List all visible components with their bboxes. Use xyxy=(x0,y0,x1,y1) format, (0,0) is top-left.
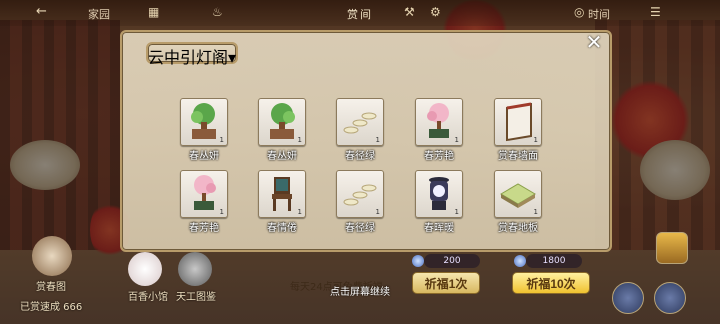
gem-icon xyxy=(412,255,424,267)
grass-floor-icon xyxy=(500,183,536,208)
daily-icon[interactable] xyxy=(178,252,212,286)
reward-item[interactable]: 1 赏春地板 xyxy=(494,170,542,234)
item-qty: 1 xyxy=(297,136,302,144)
item-label: 春丛妍 xyxy=(267,151,297,162)
lantern-icon xyxy=(429,177,449,210)
item-label: 春径绿 xyxy=(345,151,375,162)
reward-item[interactable]: 1 春径绿 xyxy=(336,170,384,234)
pink-blossom-tree-icon xyxy=(427,103,449,138)
item-qty: 1 xyxy=(454,136,459,144)
price-single: 200 xyxy=(424,254,480,268)
gem-icon xyxy=(514,255,526,267)
back-button[interactable]: ← xyxy=(36,4,47,19)
left-avatar-icon[interactable] xyxy=(32,236,72,276)
tap-to-continue-hint: 点击屏幕继续 xyxy=(330,287,390,298)
stepping-stones-icon xyxy=(343,184,377,206)
grid-icon[interactable]: ▦ xyxy=(148,5,159,19)
reward-item[interactable]: 1 春芳艳 xyxy=(415,98,463,162)
left-footer-text: 已赏速成 666 xyxy=(20,302,83,313)
reward-item[interactable]: 1 春情倦 xyxy=(258,170,306,234)
lantern-top-icon[interactable]: ♨ xyxy=(212,5,223,19)
item-label: 赏春地板 xyxy=(498,223,538,234)
item-label: 赏春墙面 xyxy=(498,151,538,162)
item-tile: 1 xyxy=(415,98,463,146)
wall-panel-icon xyxy=(506,102,532,142)
item-label: 春丛妍 xyxy=(189,151,219,162)
chest-icon[interactable] xyxy=(656,232,688,264)
item-label: 春晖暖 xyxy=(424,223,454,234)
tree-green-icon xyxy=(270,103,295,139)
page-title: 赏间 xyxy=(347,8,373,21)
reward-item[interactable]: 1 赏春墙面 xyxy=(494,98,542,162)
item-qty: 1 xyxy=(454,208,459,216)
menu-icon[interactable]: ☰ xyxy=(650,5,661,19)
item-qty: 1 xyxy=(297,208,302,216)
item-label: 春芳艳 xyxy=(424,151,454,162)
top-bar: ← 家园 ▦ ♨ 赏间 ⚒ ⚙ 时间 ◎ ☰ xyxy=(0,0,720,26)
reward-item[interactable]: 1 春芳艳 xyxy=(180,170,228,234)
reward-item[interactable]: 1 春晖暖 xyxy=(415,170,463,234)
item-tile: 1 xyxy=(494,98,542,146)
item-tile: 1 xyxy=(180,98,228,146)
reward-item[interactable]: 1 春丛妍 xyxy=(180,98,228,162)
wooden-chair-icon xyxy=(272,177,292,211)
item-tile: 1 xyxy=(415,170,463,218)
close-icon[interactable]: ✕ xyxy=(584,32,604,52)
time-label: 时间 xyxy=(588,8,610,21)
item-tile: 1 xyxy=(336,98,384,146)
item-tile: 1 xyxy=(494,170,542,218)
item-qty: 1 xyxy=(219,208,224,216)
item-qty: 1 xyxy=(375,136,380,144)
item-label: 春径绿 xyxy=(345,223,375,234)
eye-icon[interactable]: ◎ xyxy=(574,5,584,19)
item-tile: 1 xyxy=(258,170,306,218)
item-qty: 1 xyxy=(375,208,380,216)
tree-green-icon xyxy=(191,103,216,139)
reward-item[interactable]: 1 春径绿 xyxy=(336,98,384,162)
item-qty: 1 xyxy=(533,208,538,216)
item-label: 春情倦 xyxy=(267,223,297,234)
pink-blossom-tree-icon xyxy=(194,175,216,210)
item-label: 春芳艳 xyxy=(189,223,219,234)
item-tile: 1 xyxy=(336,170,384,218)
reward-item[interactable]: 1 春丛妍 xyxy=(258,98,306,162)
item-qty: 1 xyxy=(533,136,538,144)
item-qty: 1 xyxy=(219,136,224,144)
item-tile: 1 xyxy=(258,98,306,146)
home-label: 家园 xyxy=(88,8,110,21)
item-tile: 1 xyxy=(180,170,228,218)
price-ten: 1800 xyxy=(526,254,582,268)
stepping-stones-icon xyxy=(343,112,377,134)
category-tab[interactable]: 云中引灯阁▾ xyxy=(146,42,239,67)
tool-icon[interactable]: ⚒ xyxy=(404,5,415,19)
mini-program-icon[interactable] xyxy=(128,252,162,286)
settings-icon[interactable]: ⚙ xyxy=(430,5,441,19)
